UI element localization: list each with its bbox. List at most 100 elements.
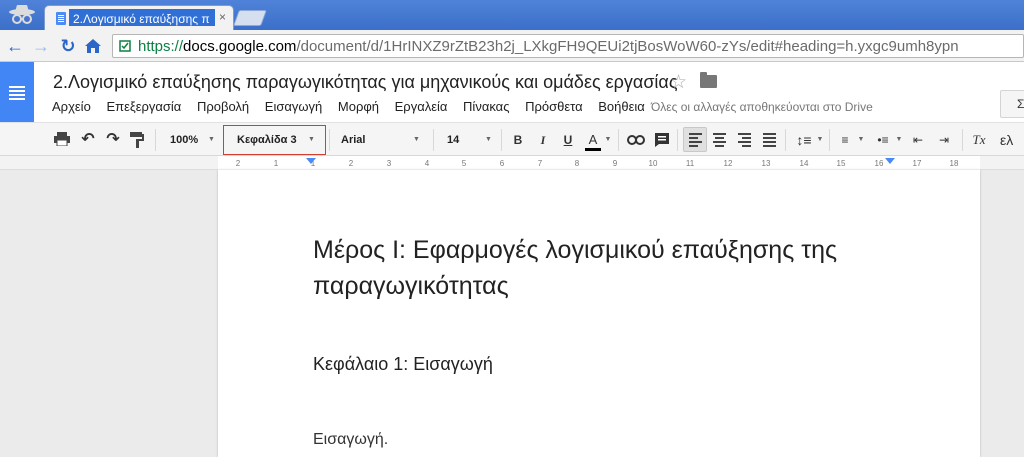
comment-icon[interactable] xyxy=(654,132,670,148)
document-page[interactable]: Μέρος Ι: Εφαρμογές λογισμικού επαύξησης … xyxy=(218,170,980,457)
paint-format-icon[interactable] xyxy=(130,132,144,148)
toolbar-divider xyxy=(501,129,502,151)
document-title[interactable]: 2.Λογισμικό επαύξησης παραγωγικότητας γι… xyxy=(53,72,678,93)
toolbar-divider xyxy=(433,129,434,151)
forward-arrow-icon[interactable]: → xyxy=(30,35,52,57)
align-right-icon[interactable] xyxy=(738,133,751,147)
ruler-tick-label: 2 xyxy=(348,159,354,168)
close-tab-icon[interactable]: × xyxy=(219,11,226,23)
chevron-down-icon[interactable]: ▼ xyxy=(857,129,865,151)
share-button[interactable]: Σ xyxy=(1000,90,1024,118)
menu-table[interactable]: Πίνακας xyxy=(463,99,509,114)
paragraph-style-value: Κεφαλίδα 3 xyxy=(237,134,297,146)
menu-addons[interactable]: Πρόσθετα xyxy=(525,99,583,114)
secure-lock-icon xyxy=(119,40,131,52)
home-icon[interactable] xyxy=(84,38,102,54)
numbered-list-icon[interactable]: ≡ xyxy=(835,129,855,151)
reload-icon[interactable]: ↻ xyxy=(57,35,79,57)
text-color-swatch xyxy=(585,148,601,151)
print-icon[interactable] xyxy=(54,132,70,146)
chevron-down-icon[interactable]: ▼ xyxy=(603,129,613,151)
ruler-tick-label: 5 xyxy=(461,159,467,168)
menu-format[interactable]: Μορφή xyxy=(338,99,379,114)
tab-strip: 2.Λογισμικό επαύξησης π × xyxy=(0,0,1024,30)
menu-tools[interactable]: Εργαλεία xyxy=(395,99,448,114)
ruler-tick-label: 7 xyxy=(537,159,543,168)
chevron-down-icon: ▼ xyxy=(485,136,492,143)
ruler-tick-label: 16 xyxy=(874,159,884,168)
toolbar-divider xyxy=(155,129,156,151)
clear-formatting-icon[interactable]: Tx xyxy=(969,129,989,151)
body-paragraph[interactable]: Εισαγωγή. xyxy=(313,431,388,449)
text-color-label: A xyxy=(588,132,598,147)
menu-view[interactable]: Προβολή xyxy=(197,99,249,114)
heading-2[interactable]: Κεφάλαιο 1: Εισαγωγή xyxy=(313,354,493,375)
url-path: /document/d/1HrINXZ9rZtB23h2j_LXkgFH9QEU… xyxy=(296,38,959,55)
ruler-tick-label: 6 xyxy=(499,159,505,168)
chevron-down-icon: ▼ xyxy=(208,136,215,143)
font-dropdown[interactable]: Arial ▼ xyxy=(341,129,421,151)
zoom-value: 100% xyxy=(170,134,199,146)
link-icon[interactable] xyxy=(627,135,645,145)
chevron-down-icon[interactable]: ▼ xyxy=(895,129,903,151)
new-tab-button[interactable] xyxy=(233,10,267,26)
back-arrow-icon[interactable]: ← xyxy=(4,35,26,57)
ruler-tick-label: 2 xyxy=(235,159,241,168)
url-host: docs.google.com xyxy=(183,38,297,55)
chevron-down-icon[interactable]: ▼ xyxy=(816,129,824,151)
paragraph-style-dropdown[interactable]: Κεφαλίδα 3 ▼ xyxy=(237,129,321,151)
toolbar-divider xyxy=(618,129,619,151)
align-left-icon xyxy=(689,133,702,147)
address-bar[interactable]: https://docs.google.com/document/d/1HrIN… xyxy=(112,34,1024,58)
underline-button[interactable]: U xyxy=(560,129,576,151)
input-tools-button[interactable]: ελ xyxy=(1000,129,1024,151)
ruler: 2 1 1 2 3 4 5 6 7 8 9 10 11 12 13 14 15 16 17 18 xyxy=(0,156,1024,170)
docs-favicon-icon xyxy=(56,12,66,25)
redo-icon[interactable]: ↷ xyxy=(104,129,122,151)
ruler-tick-label: 12 xyxy=(723,159,733,168)
bold-button[interactable]: B xyxy=(510,129,526,151)
ruler-tick-label: 8 xyxy=(574,159,580,168)
save-status: Όλες οι αλλαγές αποθηκεύονται στο Drive xyxy=(651,100,873,114)
font-size-dropdown[interactable]: 14 ▼ xyxy=(447,129,495,151)
bulleted-list-icon[interactable]: •≡ xyxy=(873,129,893,151)
text-color-button[interactable]: A xyxy=(585,129,601,151)
zoom-dropdown[interactable]: 100% ▼ xyxy=(170,129,218,151)
ruler-tick-label: 10 xyxy=(648,159,658,168)
heading-1[interactable]: Μέρος Ι: Εφαρμογές λογισμικού επαύξησης … xyxy=(313,232,913,304)
chevron-down-icon: ▼ xyxy=(413,136,420,143)
undo-icon[interactable]: ↶ xyxy=(79,129,97,151)
decrease-indent-icon[interactable]: ⇤ xyxy=(908,129,928,151)
folder-icon[interactable] xyxy=(700,72,717,88)
browser-tab-active[interactable]: 2.Λογισμικό επαύξησης π × xyxy=(44,5,234,30)
align-center-icon[interactable] xyxy=(713,133,726,147)
ruler-content-area xyxy=(218,156,980,170)
docs-menu-icon[interactable] xyxy=(0,62,34,122)
formatting-toolbar: ↶ ↷ 100% ▼ Κεφαλίδα 3 ▼ Arial ▼ 14 ▼ B I U A… xyxy=(0,122,1024,156)
line-spacing-icon[interactable]: ↕≡ xyxy=(792,129,816,151)
menu-help[interactable]: Βοήθεια xyxy=(598,99,645,114)
menu-file[interactable]: Αρχείο xyxy=(52,99,91,114)
font-size-value: 14 xyxy=(447,134,460,146)
left-indent-marker[interactable] xyxy=(306,158,316,164)
star-icon[interactable]: ☆ xyxy=(670,71,687,94)
menu-edit[interactable]: Επεξεργασία xyxy=(106,99,181,114)
ruler-tick-label: 15 xyxy=(836,159,846,168)
ruler-tick-label: 11 xyxy=(685,159,695,168)
ruler-tick-label: 17 xyxy=(912,159,922,168)
toolbar-divider xyxy=(962,129,963,151)
toolbar-divider xyxy=(785,129,786,151)
url-text: https://docs.google.com/document/d/1HrIN… xyxy=(138,38,959,55)
menu-insert[interactable]: Εισαγωγή xyxy=(265,99,322,114)
align-justify-icon[interactable] xyxy=(763,133,776,147)
ruler-tick-label: 14 xyxy=(799,159,809,168)
ruler-tick-label: 4 xyxy=(424,159,430,168)
ruler-tick-label: 1 xyxy=(273,159,279,168)
menu-bar: Αρχείο Επεξεργασία Προβολή Εισαγωγή Μορφ… xyxy=(52,99,657,114)
right-indent-marker[interactable] xyxy=(885,158,895,164)
font-value: Arial xyxy=(341,134,366,146)
docs-header: 2.Λογισμικό επαύξησης παραγωγικότητας γι… xyxy=(0,62,1024,122)
increase-indent-icon[interactable]: ⇥ xyxy=(934,129,954,151)
ruler-tick-label: 9 xyxy=(612,159,618,168)
italic-button[interactable]: I xyxy=(535,129,551,151)
